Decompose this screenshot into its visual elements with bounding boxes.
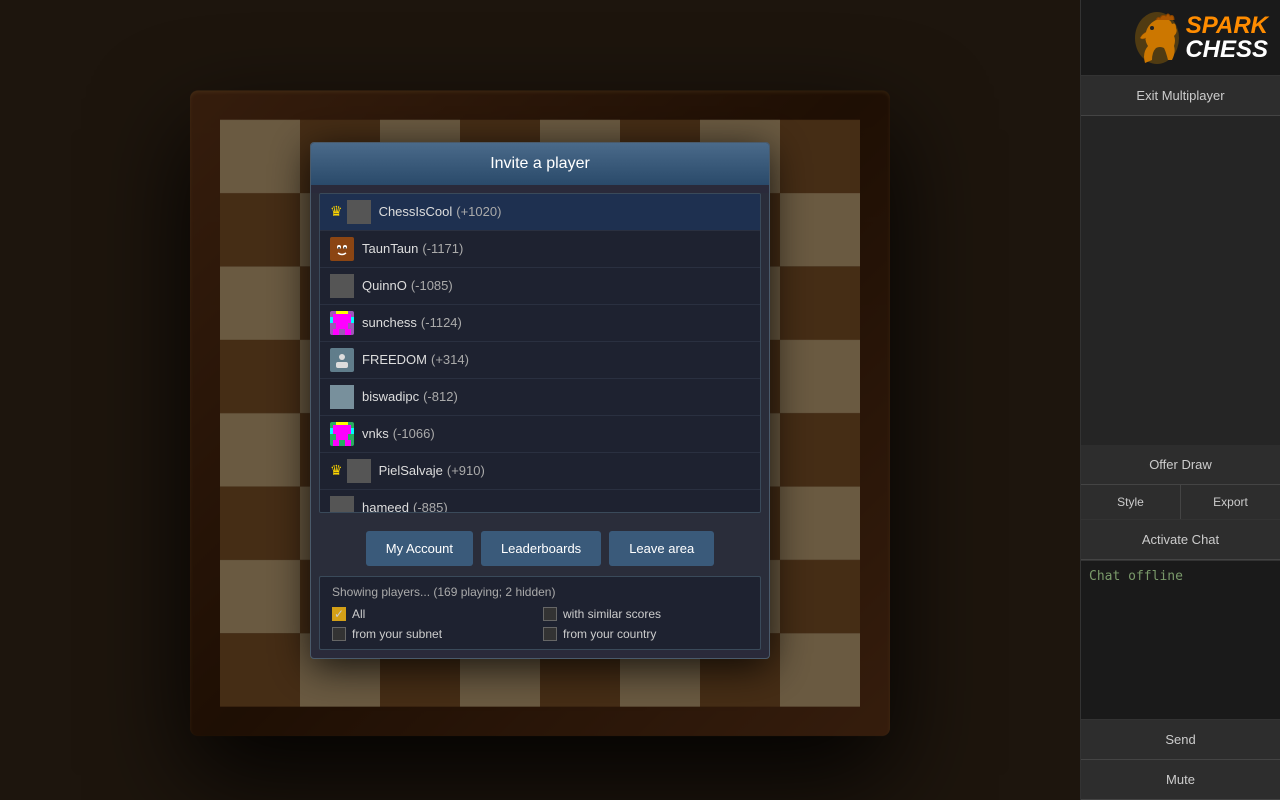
logo-chess: CHESS: [1185, 38, 1268, 62]
sidebar: SPARK CHESS Exit Multiplayer Offer Draw …: [1080, 0, 1280, 800]
filter-checkbox[interactable]: ✓: [332, 607, 346, 621]
player-list-item[interactable]: QuinnO (-1085): [320, 268, 760, 305]
player-list-item[interactable]: biswadipc (-812): [320, 379, 760, 416]
player-score: (-1085): [411, 278, 453, 293]
style-button[interactable]: Style: [1081, 485, 1181, 519]
chat-input-area[interactable]: [1081, 680, 1280, 720]
horse-icon: [1130, 8, 1185, 68]
player-name: sunchess: [362, 315, 417, 330]
mute-button[interactable]: Mute: [1081, 760, 1280, 800]
modal-title: Invite a player: [490, 155, 590, 172]
sidebar-style-export-row: Style Export: [1081, 485, 1280, 520]
player-name: PielSalvaje: [379, 463, 443, 478]
player-avatar: [330, 274, 354, 298]
player-list-item[interactable]: ♛ ChessIsCool(+1020): [320, 194, 760, 231]
player-name: hameed: [362, 500, 409, 513]
player-list-item[interactable]: FREEDOM (+314): [320, 342, 760, 379]
export-button[interactable]: Export: [1181, 485, 1280, 519]
player-name: ChessIsCool: [379, 204, 453, 219]
player-score: (-812): [423, 389, 458, 404]
chat-area: Chat offline: [1081, 560, 1280, 680]
filter-item[interactable]: from your subnet: [332, 627, 537, 641]
player-score: (+910): [447, 463, 485, 478]
my-account-button[interactable]: My Account: [366, 531, 473, 566]
sidebar-logo: SPARK CHESS: [1081, 0, 1280, 76]
filter-item[interactable]: with similar scores: [543, 607, 748, 621]
player-avatar: [330, 311, 354, 335]
player-score: (-1124): [421, 315, 462, 330]
player-avatar: [347, 200, 371, 224]
leave-area-button[interactable]: Leave area: [609, 531, 714, 566]
player-list[interactable]: ♛ ChessIsCool(+1020) TaunTaun (-1171) QuinnO…: [319, 193, 761, 513]
player-avatar: [330, 237, 354, 261]
player-list-item[interactable]: sunchess (-1124): [320, 305, 760, 342]
player-avatar: [330, 422, 354, 446]
player-score: (-1066): [393, 426, 435, 441]
player-name: FREEDOM: [362, 352, 427, 367]
player-list-item[interactable]: TaunTaun (-1171): [320, 231, 760, 268]
player-avatar: [347, 459, 371, 483]
crown-icon: ♛: [330, 203, 343, 220]
filter-grid: ✓ All with similar scores from your subn…: [332, 607, 748, 641]
player-score: (-1171): [422, 241, 463, 256]
filter-label: with similar scores: [563, 607, 661, 621]
chat-offline-text: Chat offline: [1081, 561, 1280, 592]
player-avatar: [330, 496, 354, 513]
player-name: biswadipc: [362, 389, 419, 404]
player-list-item[interactable]: vnks (-1066): [320, 416, 760, 453]
modal-body: ♛ ChessIsCool(+1020) TaunTaun (-1171) QuinnO…: [311, 193, 769, 650]
player-list-item[interactable]: ♛ PielSalvaje (+910): [320, 453, 760, 490]
sidebar-spacer: [1081, 116, 1280, 445]
filter-item[interactable]: ✓ All: [332, 607, 537, 621]
offer-draw-button[interactable]: Offer Draw: [1081, 445, 1280, 485]
modal-buttons: My Account Leaderboards Leave area: [311, 521, 769, 576]
filter-label: All: [352, 607, 365, 621]
filter-checkbox[interactable]: [543, 607, 557, 621]
player-name: vnks: [362, 426, 389, 441]
player-score: (-885): [413, 500, 448, 513]
leaderboards-button[interactable]: Leaderboards: [481, 531, 601, 566]
modal-overlay: Invite a player ♛ ChessIsCool(+1020) TaunT…: [0, 0, 1080, 800]
player-name: QuinnO: [362, 278, 407, 293]
player-avatar: [330, 348, 354, 372]
player-score: (+1020): [456, 204, 501, 219]
filter-section: Showing players... (169 playing; 2 hidde…: [319, 576, 761, 650]
filter-label: from your subnet: [352, 627, 442, 641]
player-avatar: [330, 385, 354, 409]
player-list-item[interactable]: hameed (-885): [320, 490, 760, 513]
player-name: TaunTaun: [362, 241, 418, 256]
filter-item[interactable]: from your country: [543, 627, 748, 641]
filter-checkbox[interactable]: [332, 627, 346, 641]
filter-checkbox[interactable]: [543, 627, 557, 641]
player-score: (+314): [431, 352, 469, 367]
crown-icon: ♛: [330, 462, 343, 479]
main-area: Invite a player ♛ ChessIsCool(+1020) TaunT…: [0, 0, 1080, 800]
activate-chat-button[interactable]: Activate Chat: [1081, 520, 1280, 560]
filter-label: from your country: [563, 627, 656, 641]
filter-title: Showing players... (169 playing; 2 hidde…: [332, 585, 748, 599]
exit-multiplayer-button[interactable]: Exit Multiplayer: [1081, 76, 1280, 116]
invite-player-modal: Invite a player ♛ ChessIsCool(+1020) TaunT…: [310, 142, 770, 659]
logo-spark: SPARK: [1186, 14, 1268, 38]
send-button[interactable]: Send: [1081, 720, 1280, 760]
modal-header: Invite a player: [311, 143, 769, 185]
